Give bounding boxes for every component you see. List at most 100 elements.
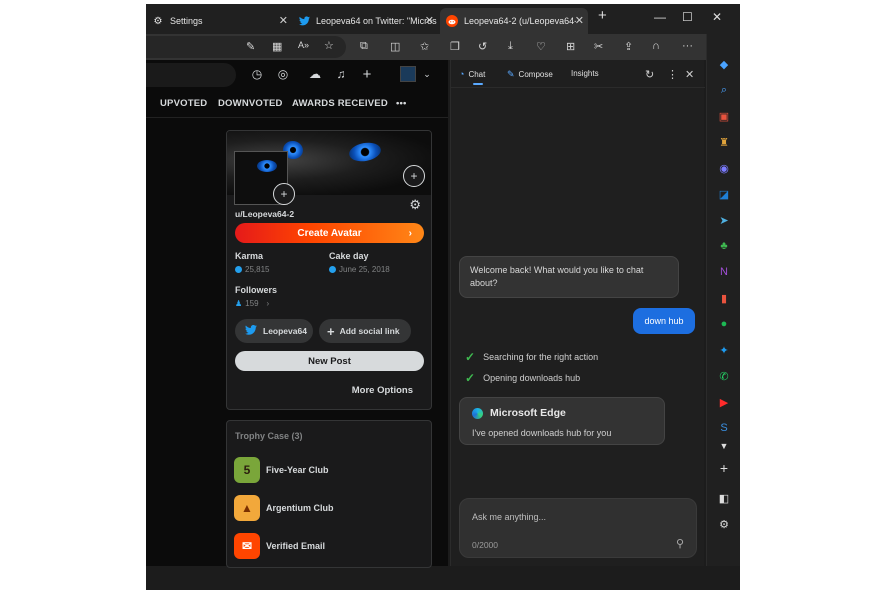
tab-reddit[interactable]: Leopeva64-2 (u/Leopeva64-2) ✕ — [440, 8, 588, 34]
chevron-right-icon: › — [266, 299, 270, 308]
pen-icon[interactable]: ✎ — [246, 40, 255, 53]
checkmark-icon: ✓ — [465, 371, 476, 385]
avatar[interactable] — [400, 66, 416, 82]
tab-compose[interactable]: ✎ Compose — [507, 69, 553, 80]
send-icon[interactable]: ➤ — [716, 212, 732, 228]
web-capture-icon[interactable]: ✂ — [594, 40, 603, 53]
add-social-label: Add social link — [339, 326, 400, 336]
tree-icon[interactable]: ♣ — [716, 238, 732, 254]
banner-eye-right — [347, 140, 383, 164]
trophy-item: 5 Five-Year Club — [234, 457, 329, 483]
pin-icon[interactable]: ⚲ — [676, 537, 684, 550]
app-icon[interactable]: ▦ — [272, 40, 282, 53]
tab-twitter[interactable]: Leopeva64 on Twitter: "Micros ✕ — [292, 8, 438, 34]
bell-icon[interactable]: ◆ — [716, 56, 732, 72]
favorites-icon[interactable]: ✩ — [420, 40, 429, 53]
favorite-star-icon[interactable]: ☆ — [324, 39, 334, 52]
history-icon[interactable]: ↺ — [478, 40, 487, 53]
downloads-icon[interactable]: ⤓ — [508, 40, 513, 53]
share-icon[interactable]: ⇪ — [624, 40, 633, 53]
search-icon[interactable]: ⌕ — [716, 82, 732, 98]
screenshot-stage: ⚙ Settings ✕ Leopeva64 on Twitter: "Micr… — [0, 0, 886, 590]
add-banner-button[interactable]: + — [403, 165, 425, 187]
trophy-name: Argentium Club — [266, 503, 334, 513]
close-tab-icon[interactable]: ✕ — [425, 14, 434, 27]
tab-title: Leopeva64-2 (u/Leopeva64-2) — [464, 16, 576, 26]
split-screen-icon[interactable]: ◫ — [390, 40, 400, 53]
tab-insights[interactable]: Insights — [571, 69, 599, 78]
close-tab-icon[interactable]: ✕ — [279, 14, 288, 27]
tab-awards-received[interactable]: AWARDS RECEIVED — [292, 98, 388, 109]
minimize-icon[interactable]: — — [654, 10, 666, 24]
split-view-icon[interactable]: ◧ — [716, 490, 732, 506]
trophy-case-title: Trophy Case (3) — [235, 431, 303, 441]
notifications-bell-icon[interactable]: ♫ — [334, 67, 348, 81]
earbuds-icon[interactable]: ∩ — [652, 40, 660, 52]
tab-compose-label: Compose — [518, 70, 553, 79]
tab-chat[interactable]: ◔ Chat — [459, 69, 485, 85]
tab-settings[interactable]: ⚙ Settings ✕ — [146, 8, 292, 34]
profile-card: + + u/Leopeva64-2 ⚙ Create Avatar › Karm… — [226, 130, 432, 410]
close-window-icon[interactable]: ✕ — [712, 10, 722, 24]
coins-icon[interactable]: ◎ — [276, 67, 290, 81]
tab-title: Settings — [170, 16, 203, 26]
chat-input-box[interactable]: Ask me anything... 0/2000 ⚲ — [459, 498, 697, 558]
create-post-icon[interactable]: + — [360, 66, 374, 83]
add-social-link-button[interactable]: + Add social link — [319, 319, 411, 343]
settings-gear-icon[interactable]: ⚙ — [409, 197, 421, 213]
people-icon[interactable]: ♜ — [716, 134, 732, 150]
new-tab-icon[interactable]: + — [598, 7, 607, 24]
edge-sidebar-strip: ◆ ⌕ ▣ ♜ ◉ ◪ ➤ ♣ N ▮ ● ✦ ✆ ▶ S ▼ + ◧ ⚙ — [706, 34, 740, 566]
maximize-icon[interactable]: ☐ — [682, 10, 693, 24]
karma-icon — [235, 266, 242, 273]
collections-icon[interactable]: ❐ — [450, 40, 460, 53]
twitter-icon[interactable]: ✦ — [716, 342, 732, 358]
create-avatar-button[interactable]: Create Avatar › — [235, 223, 424, 243]
toolbar: ✎ ▦ A» ☆ ⧉ ◫ ✩ ❐ ↺ ⤓ ♡ ⊞ ✂ ⇪ ∩ ··· b — [146, 34, 740, 60]
edge-card-title: Microsoft Edge — [490, 407, 566, 419]
read-aloud-icon[interactable]: A» — [298, 40, 309, 50]
close-icon[interactable]: ✕ — [685, 68, 694, 81]
skype-icon[interactable]: S — [716, 420, 732, 436]
reddit-search[interactable] — [146, 63, 236, 87]
more-options-button[interactable]: More Options — [352, 385, 413, 396]
outlook-icon[interactable]: ◪ — [716, 186, 732, 202]
new-post-button[interactable]: New Post — [235, 351, 424, 371]
chat-icon: ◔ — [459, 69, 465, 79]
twitter-link-button[interactable]: Leopeva64 — [235, 319, 313, 343]
popular-icon[interactable]: ◷ — [250, 67, 264, 81]
chat-icon[interactable]: ☁ — [308, 67, 322, 81]
chevron-down-icon[interactable]: ▼ — [716, 438, 732, 454]
address-bar[interactable]: ✎ ▦ A» ☆ — [146, 36, 346, 58]
edge-browser-window: ⚙ Settings ✕ Leopeva64 on Twitter: "Micr… — [146, 4, 740, 590]
apps-grid-icon[interactable]: ⊞ — [566, 40, 575, 53]
extensions-icon[interactable]: ⧉ — [360, 40, 368, 53]
tools-icon[interactable]: ▣ — [716, 108, 732, 124]
followers-value[interactable]: ♟ 159 › — [235, 299, 269, 308]
more-tabs-icon[interactable]: ••• — [396, 98, 407, 109]
browser-essentials-icon[interactable]: ♡ — [536, 40, 546, 53]
followers-label: Followers — [235, 285, 278, 295]
status-searching: ✓ Searching for the right action — [465, 350, 598, 364]
add-icon[interactable]: + — [716, 460, 732, 476]
close-tab-icon[interactable]: ✕ — [575, 14, 584, 27]
settings-gear-icon[interactable]: ⚙ — [716, 516, 732, 532]
more-menu-icon[interactable]: ··· — [682, 40, 693, 52]
spotify-icon[interactable]: ● — [716, 316, 732, 332]
copilot-icon[interactable]: ◉ — [716, 160, 732, 176]
onenote-icon[interactable]: N — [716, 264, 732, 280]
more-icon[interactable]: ⋮ — [667, 68, 678, 81]
tab-title: Leopeva64 on Twitter: "Micros — [316, 16, 437, 26]
karma-label: Karma — [235, 251, 264, 261]
whatsapp-icon[interactable]: ✆ — [716, 368, 732, 384]
bar-chart-icon[interactable]: ▮ — [716, 290, 732, 306]
chevron-down-icon[interactable]: ⌄ — [420, 67, 434, 81]
argentium-club-badge-icon: ▲ — [234, 495, 260, 521]
add-avatar-photo-button[interactable]: + — [273, 183, 295, 205]
youtube-icon[interactable]: ▶ — [716, 394, 732, 410]
tab-downvoted[interactable]: DOWNVOTED — [218, 98, 283, 109]
refresh-icon[interactable]: ↻ — [645, 68, 654, 81]
karma-value: 25,815 — [235, 265, 269, 274]
tab-upvoted[interactable]: UPVOTED — [160, 98, 207, 109]
twitter-link-label: Leopeva64 — [263, 326, 307, 336]
